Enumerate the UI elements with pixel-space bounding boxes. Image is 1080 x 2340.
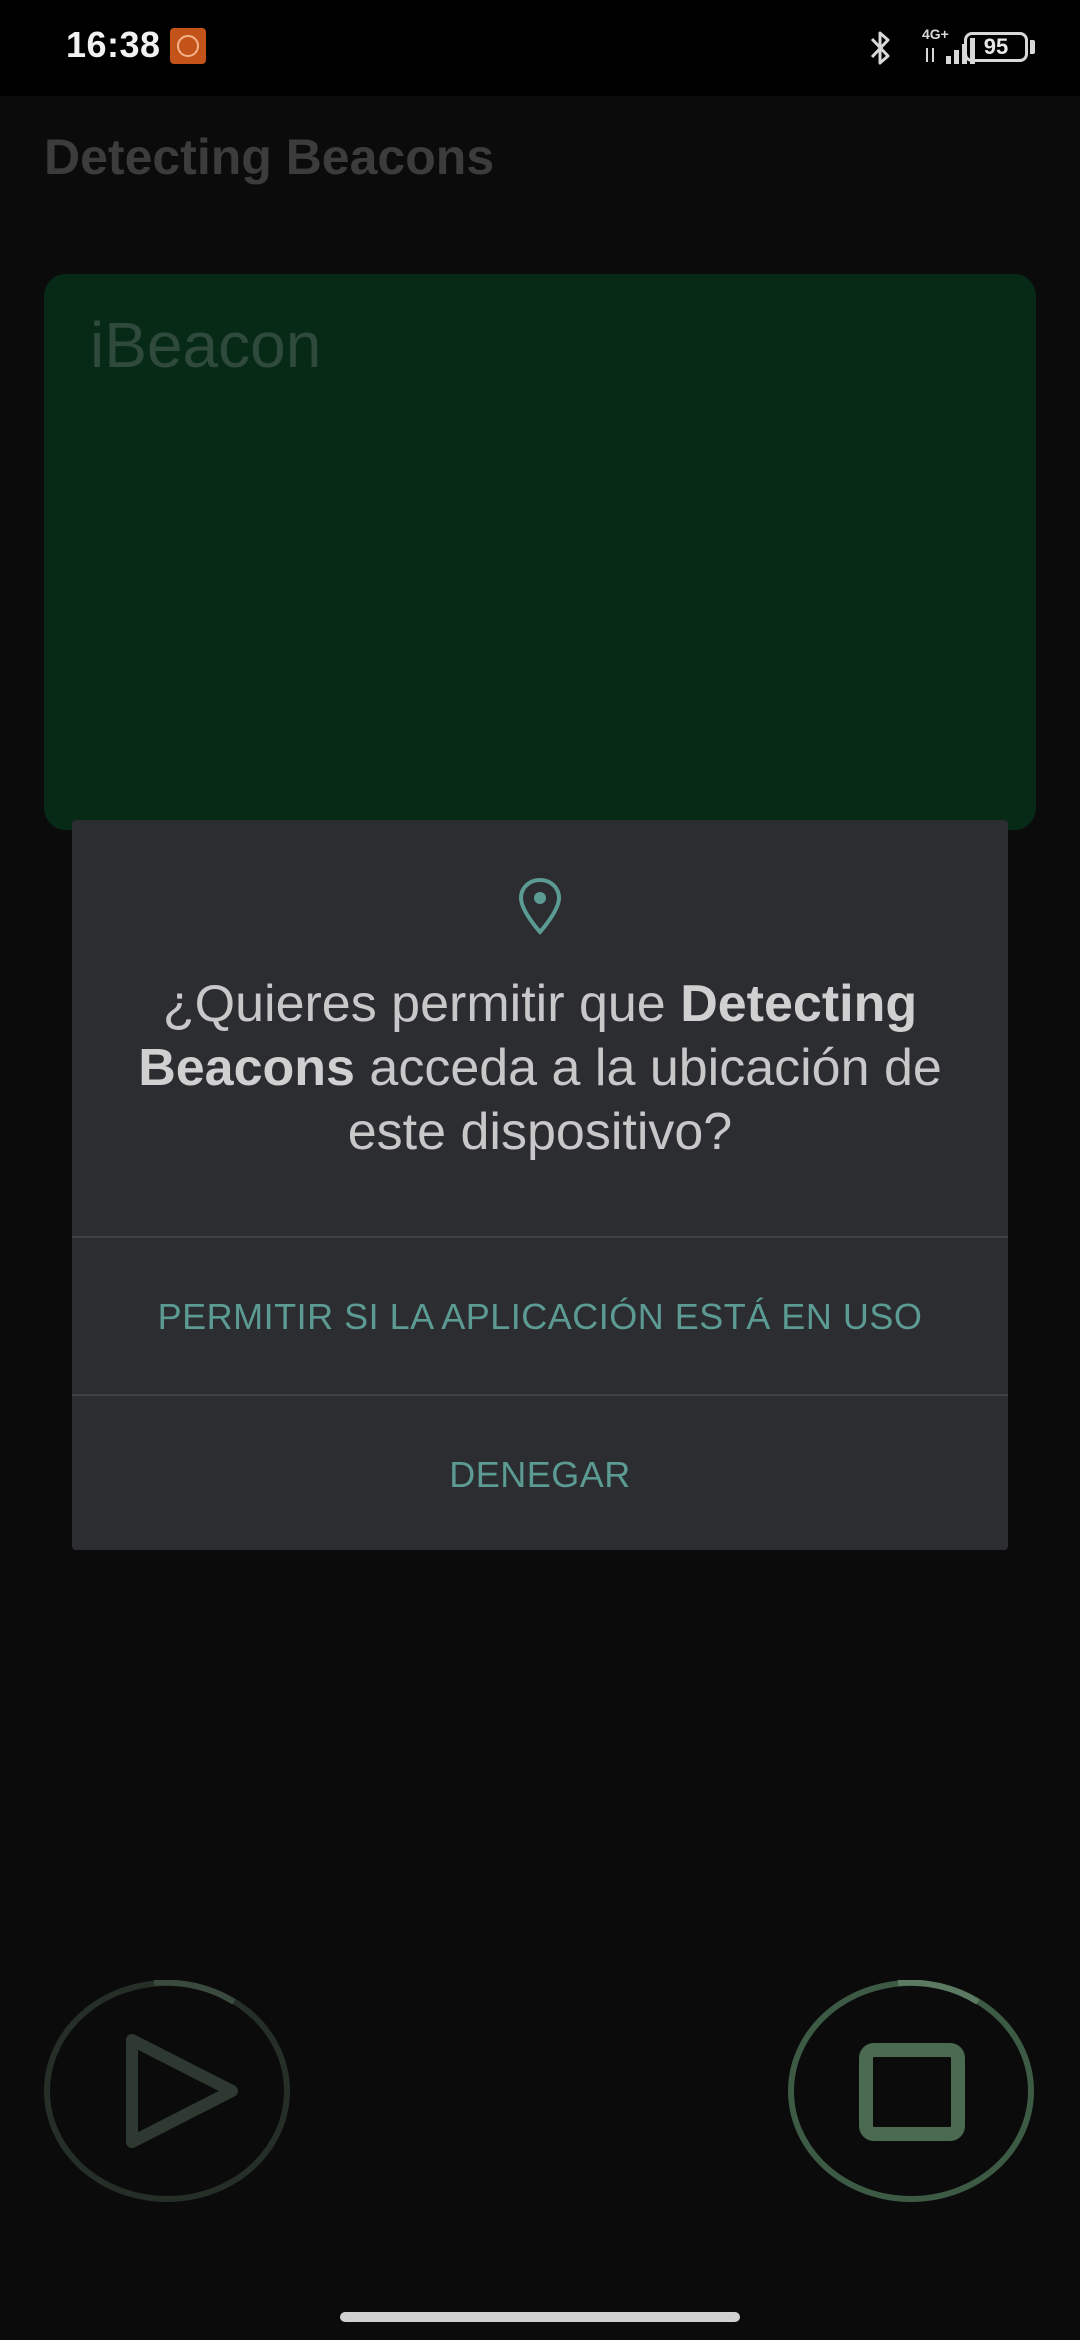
bluetooth-icon [870, 31, 890, 65]
notification-app-icon [170, 28, 206, 64]
dialog-divider [72, 1394, 1008, 1396]
deny-button[interactable]: DENEGAR [72, 1454, 1008, 1496]
dialog-message-suffix: acceda a la ubicación de este dispositiv… [347, 1039, 942, 1161]
home-indicator[interactable] [340, 2312, 740, 2322]
status-time: 16:38 [66, 24, 161, 65]
dialog-divider [72, 1236, 1008, 1238]
stop-button[interactable] [788, 1979, 1034, 2202]
play-icon [44, 1979, 290, 2202]
battery-level: 95 [983, 34, 1009, 59]
dialog-message-prefix: ¿Quieres permitir que [162, 975, 681, 1033]
ibeacon-card-title: iBeacon [90, 309, 322, 381]
play-button[interactable] [44, 1979, 290, 2202]
allow-while-in-use-button[interactable]: PERMITIR SI LA APLICACIÓN ESTÁ EN USO [72, 1296, 1008, 1338]
ibeacon-card: iBeacon [44, 274, 1036, 830]
location-permission-dialog: ¿Quieres permitir que Detecting Beacons … [72, 820, 1008, 1550]
battery-icon: 95 [964, 32, 1035, 62]
status-bar: 16:38 4G+ 95 [0, 0, 1080, 96]
dialog-message: ¿Quieres permitir que Detecting Beacons … [112, 972, 968, 1164]
location-pin-icon [518, 877, 562, 935]
app-title: Detecting Beacons [44, 129, 495, 185]
stop-icon [788, 1979, 1034, 2202]
